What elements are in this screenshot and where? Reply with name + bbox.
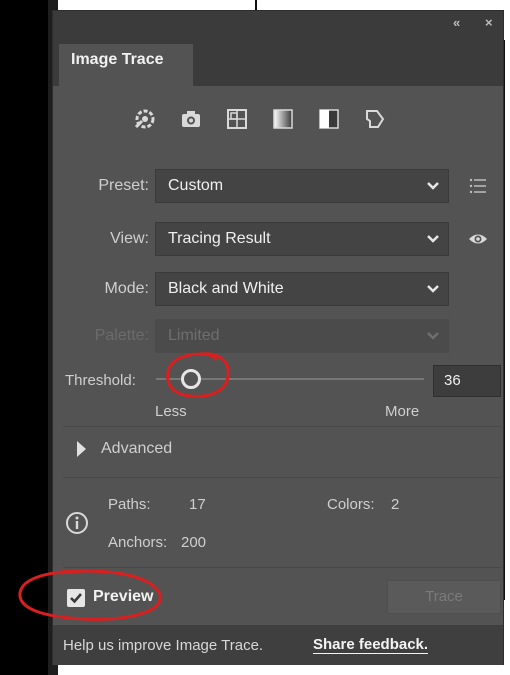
palette-value: Limited — [168, 327, 220, 344]
auto-color-icon[interactable] — [133, 107, 157, 131]
mode-select[interactable]: Black and White — [155, 272, 449, 306]
trace-button: Trace — [387, 580, 501, 614]
info-icon — [66, 512, 88, 534]
chevron-down-icon — [427, 332, 439, 340]
chevron-down-icon — [427, 285, 439, 293]
paths-value: 17 — [189, 496, 206, 513]
view-value: Tracing Result — [168, 230, 271, 247]
close-icon[interactable]: × — [485, 15, 493, 31]
palette-label: Palette: — [94, 327, 149, 344]
panel-tab-row: Image Trace — [53, 36, 503, 86]
divider — [63, 426, 501, 427]
grayscale-icon[interactable] — [271, 107, 295, 131]
image-trace-panel: « × Image Trace Preset: Custom View: Tra… — [52, 10, 504, 665]
view-label: View: — [110, 230, 149, 247]
share-feedback-link[interactable]: Share feedback. — [313, 636, 429, 654]
anchors-value: 200 — [181, 534, 207, 551]
threshold-less-label: Less — [155, 403, 187, 420]
chevron-down-icon — [427, 182, 439, 190]
chevron-down-icon — [427, 235, 439, 243]
outline-icon[interactable] — [363, 107, 387, 131]
preset-icons-row — [133, 107, 433, 137]
preview-checkbox[interactable] — [67, 589, 85, 607]
panel-titlebar: « × — [53, 11, 503, 36]
disclosure-triangle-icon[interactable] — [77, 441, 86, 457]
high-color-icon[interactable] — [179, 107, 203, 131]
preset-select[interactable]: Custom — [155, 169, 449, 203]
divider — [63, 567, 501, 568]
preset-menu-icon[interactable] — [467, 175, 489, 197]
tab-image-trace[interactable]: Image Trace — [59, 44, 193, 86]
colors-label: Colors: — [327, 496, 375, 513]
preview-label[interactable]: Preview — [93, 588, 153, 606]
divider — [63, 477, 501, 478]
mode-value: Black and White — [168, 280, 284, 297]
collapse-icon[interactable]: « — [453, 15, 460, 31]
anchors-label: Anchors: — [108, 534, 168, 551]
threshold-slider-thumb[interactable] — [180, 369, 201, 389]
view-select[interactable]: Tracing Result — [155, 222, 449, 256]
black-and-white-icon[interactable] — [317, 107, 341, 131]
preset-value: Custom — [168, 177, 224, 194]
threshold-input[interactable]: 36 — [433, 365, 501, 397]
paths-label: Paths: — [108, 496, 151, 513]
checkmark-icon — [70, 593, 82, 604]
background-left — [0, 0, 48, 675]
preset-label: Preset: — [98, 177, 149, 194]
palette-select: Limited — [155, 319, 449, 353]
mode-label: Mode: — [104, 280, 149, 297]
threshold-label: Threshold: — [65, 372, 136, 389]
low-color-icon[interactable] — [225, 107, 249, 131]
threshold-more-label: More — [385, 403, 420, 420]
panel-footer: Help us improve Image Trace. Share feedb… — [53, 625, 503, 665]
eye-icon[interactable] — [467, 228, 489, 250]
colors-value: 2 — [391, 496, 400, 513]
help-text: Help us improve Image Trace. — [63, 637, 264, 654]
advanced-toggle[interactable]: Advanced — [101, 440, 172, 458]
